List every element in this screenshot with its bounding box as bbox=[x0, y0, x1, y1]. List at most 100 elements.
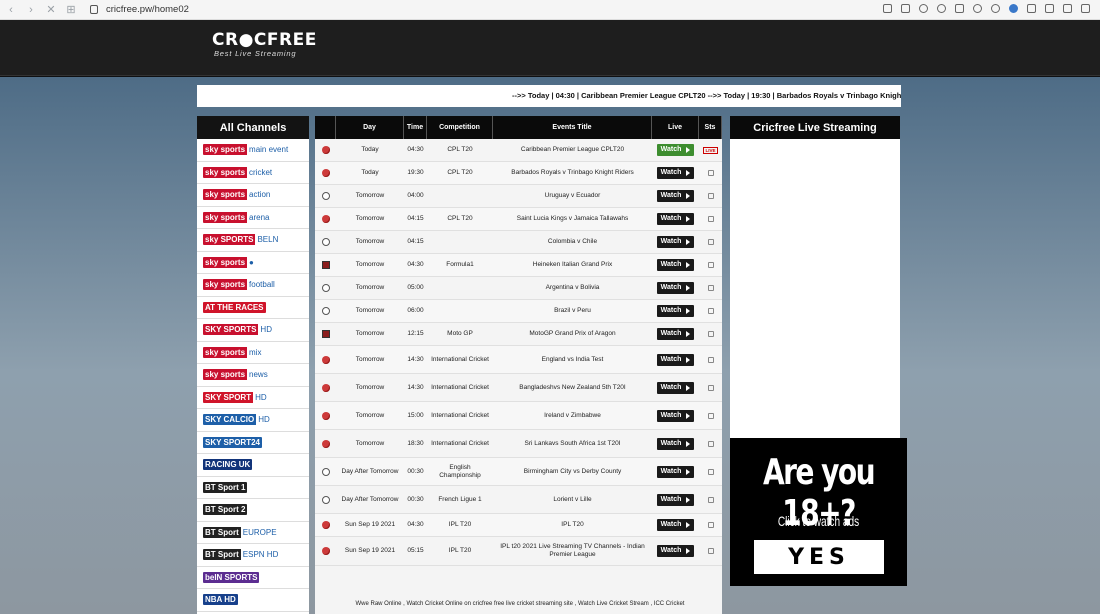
cube-icon[interactable] bbox=[1027, 4, 1036, 13]
address-bar[interactable]: cricfree.pw/home02 bbox=[106, 4, 189, 15]
age-verification-ad[interactable]: Are you 18+? Click to watch ads YES bbox=[730, 438, 907, 586]
sport-icon-cell bbox=[315, 514, 336, 536]
watch-button[interactable]: Watch bbox=[656, 353, 695, 366]
channel-item[interactable]: BT Sport ESPN HD bbox=[197, 544, 309, 567]
watch-label: Watch bbox=[660, 238, 682, 245]
status-icon bbox=[707, 468, 714, 475]
channel-item[interactable]: sky sports cricket bbox=[197, 162, 309, 184]
event-time: 04:30 bbox=[407, 146, 424, 153]
channel-item[interactable]: SKY SPORT24 bbox=[197, 432, 309, 454]
watch-button[interactable]: Watch bbox=[656, 144, 695, 156]
live-cell: Watch bbox=[652, 537, 699, 565]
menu-icon[interactable] bbox=[1081, 4, 1090, 13]
sport-icon-cell bbox=[315, 185, 336, 207]
watch-button[interactable]: Watch bbox=[656, 437, 695, 450]
download-icon[interactable] bbox=[1045, 4, 1054, 13]
event-competition: CPL T20 bbox=[447, 146, 473, 153]
channel-item[interactable]: sky sports main event bbox=[197, 139, 309, 162]
table-row: Tomorrow 14:30 International Cricket Englan… bbox=[315, 346, 722, 374]
send-icon[interactable] bbox=[955, 4, 964, 13]
camera-icon[interactable] bbox=[901, 4, 910, 13]
channel-logo: sky sports arena bbox=[203, 211, 272, 223]
channel-suffix: HD bbox=[256, 414, 272, 426]
watch-button[interactable]: Watch bbox=[656, 545, 695, 557]
table-row: Tomorrow 18:30 International Cricket Sri La… bbox=[315, 430, 722, 458]
block-icon[interactable] bbox=[919, 4, 928, 13]
play-icon bbox=[686, 384, 691, 391]
play-icon bbox=[686, 522, 691, 528]
channel-brand: SKY CALCIO bbox=[203, 414, 257, 426]
channel-item[interactable]: sky sports mix bbox=[197, 342, 309, 364]
channel-suffix: arena bbox=[247, 211, 272, 223]
sport-icon-cell bbox=[315, 208, 336, 230]
channel-item[interactable]: BT Sport EUROPE bbox=[197, 522, 309, 544]
forward-icon[interactable]: › bbox=[26, 4, 36, 16]
watch-button[interactable]: Watch bbox=[656, 519, 695, 531]
watch-button[interactable]: Watch bbox=[656, 167, 695, 179]
watch-button[interactable]: Watch bbox=[656, 282, 695, 294]
watch-button[interactable]: Watch bbox=[656, 465, 695, 478]
stop-icon[interactable]: ✕ bbox=[46, 3, 56, 16]
watch-label: Watch bbox=[660, 495, 682, 503]
channel-item[interactable]: beIN SPORTS bbox=[197, 567, 309, 589]
channel-item[interactable]: NBA HD bbox=[197, 589, 309, 612]
globe-icon[interactable] bbox=[991, 4, 1000, 13]
channel-brand: sky sports bbox=[203, 211, 248, 223]
event-title: Caribbean Premier League CPLT20 bbox=[520, 146, 625, 153]
watch-button[interactable]: Watch bbox=[656, 213, 695, 225]
channel-suffix: EUROPE bbox=[240, 526, 279, 538]
event-day: Tomorrow bbox=[355, 383, 385, 391]
watch-button[interactable]: Watch bbox=[656, 493, 695, 506]
channel-item[interactable]: AT THE RACES bbox=[197, 297, 309, 319]
status-icon bbox=[707, 239, 714, 245]
channel-logo: sky sports mix bbox=[203, 346, 264, 358]
play-icon bbox=[686, 193, 691, 199]
channel-suffix: mix bbox=[247, 346, 264, 358]
edit-icon[interactable] bbox=[883, 4, 892, 13]
seo-footer-text: Wwe Raw Online , Watch Cricket Online on… bbox=[355, 601, 685, 607]
watch-button[interactable]: Watch bbox=[656, 328, 695, 340]
watch-button[interactable]: Watch bbox=[656, 259, 695, 271]
events-table: Day Time Competition Events Title Live S… bbox=[315, 116, 722, 614]
close-circle-icon[interactable] bbox=[937, 4, 946, 13]
heart-icon[interactable] bbox=[973, 4, 982, 13]
channel-item[interactable]: RACING UK bbox=[197, 454, 309, 477]
event-day: Today bbox=[361, 146, 379, 153]
motorsport-icon bbox=[321, 261, 330, 269]
channel-item[interactable]: SKY SPORTS HD bbox=[197, 319, 309, 342]
sport-icon-cell bbox=[315, 402, 336, 429]
channel-item[interactable]: sky sports football bbox=[197, 274, 309, 297]
event-day: Sun Sep 19 2021 bbox=[344, 521, 396, 528]
channel-item[interactable]: sky sports action bbox=[197, 184, 309, 207]
live-cell: Watch bbox=[652, 514, 699, 536]
channel-brand: RACING UK bbox=[203, 459, 253, 471]
watch-button[interactable]: Watch bbox=[656, 381, 695, 394]
channel-item[interactable]: sky sports arena bbox=[197, 207, 309, 229]
site-logo[interactable]: CR●CFREE Best Live Streaming bbox=[212, 30, 317, 58]
channel-item[interactable]: BT Sport 1 bbox=[197, 477, 309, 499]
channel-item[interactable]: sky sports news bbox=[197, 364, 309, 387]
watch-button[interactable]: Watch bbox=[656, 409, 695, 422]
ad-yes-button[interactable]: YES bbox=[754, 540, 884, 574]
back-icon[interactable]: ‹ bbox=[6, 4, 16, 16]
lock-icon bbox=[90, 5, 98, 14]
event-competition: International Cricket bbox=[431, 355, 489, 363]
profile-icon[interactable] bbox=[1009, 4, 1018, 13]
event-competition: Formula1 bbox=[446, 261, 474, 268]
channel-brand: AT THE RACES bbox=[203, 301, 266, 313]
channel-item[interactable]: sky sports ● bbox=[197, 252, 309, 274]
cricket-ball-icon bbox=[321, 383, 330, 392]
events-ticker[interactable]: -->> Today | 04:30 | Caribbean Premier L… bbox=[197, 85, 901, 107]
channel-suffix: BELN bbox=[255, 234, 281, 246]
watch-button[interactable]: Watch bbox=[656, 305, 695, 317]
channel-item[interactable]: sky SPORTS BELN bbox=[197, 229, 309, 252]
channel-item[interactable]: SKY CALCIO HD bbox=[197, 409, 309, 432]
event-time: 14:30 bbox=[407, 383, 424, 391]
channel-item[interactable]: SKY SPORT HD bbox=[197, 387, 309, 409]
tabs-grid-icon[interactable]: ⊞ bbox=[66, 3, 76, 16]
cricket-ball-icon bbox=[321, 169, 330, 177]
watch-button[interactable]: Watch bbox=[656, 236, 695, 248]
channel-logo: sky sports main event bbox=[203, 144, 291, 156]
watch-button[interactable]: Watch bbox=[656, 190, 695, 202]
channel-item[interactable]: BT Sport 2 bbox=[197, 499, 309, 522]
